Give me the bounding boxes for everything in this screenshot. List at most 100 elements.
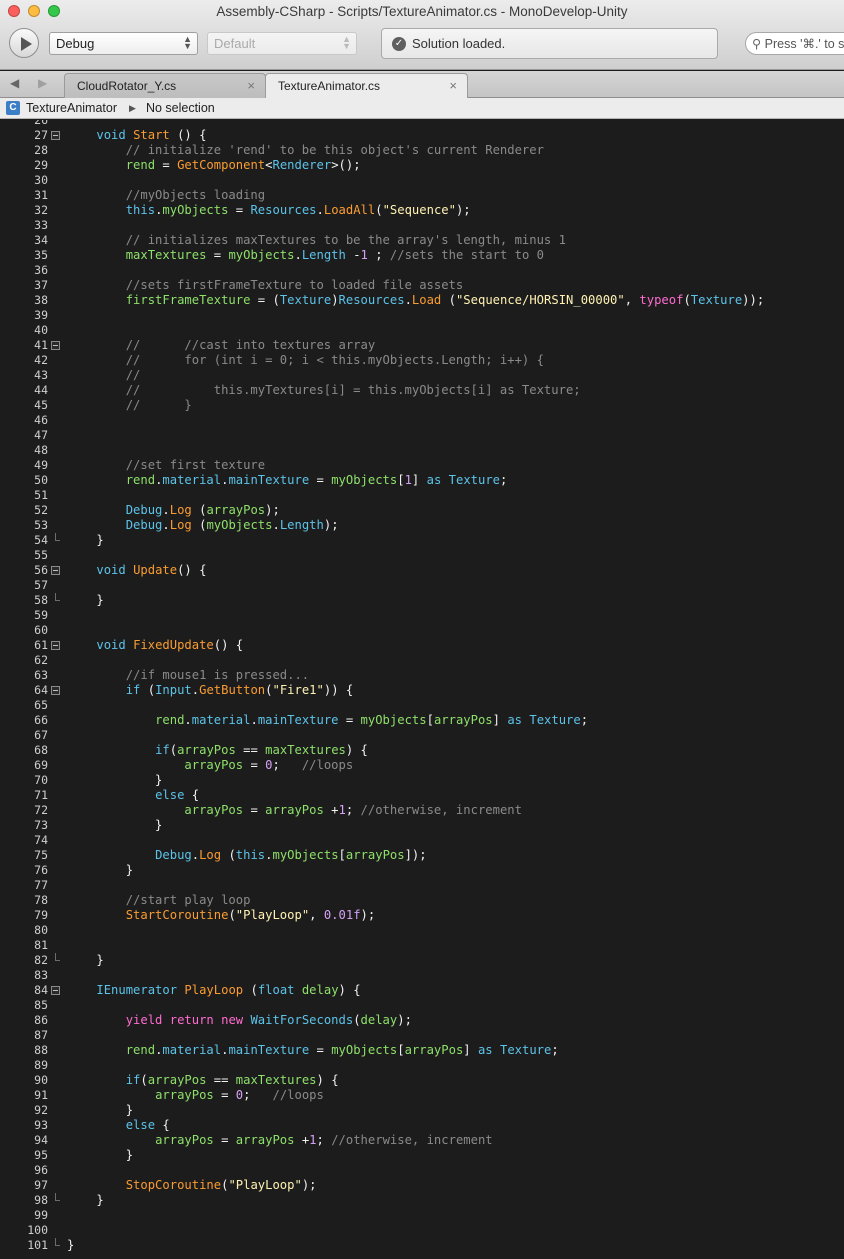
code-line[interactable]: 33 xyxy=(0,218,844,233)
code-line[interactable]: 97 StopCoroutine("PlayLoop"); xyxy=(0,1178,844,1193)
fold-toggle-icon[interactable] xyxy=(51,566,60,575)
code-line[interactable]: 43 // xyxy=(0,368,844,383)
configuration-select-value: Debug xyxy=(56,36,95,51)
code-editor[interactable]: 26 27 void Start () {28 // initialize 're… xyxy=(0,120,844,1259)
code-line[interactable]: 95 } xyxy=(0,1148,844,1163)
code-line[interactable]: 84 IEnumerator PlayLoop (float delay) { xyxy=(0,983,844,998)
code-line[interactable]: 65 xyxy=(0,698,844,713)
code-line[interactable]: 27 void Start () { xyxy=(0,128,844,143)
code-line[interactable]: 71 else { xyxy=(0,788,844,803)
fold-toggle-icon[interactable] xyxy=(51,341,60,350)
code-line[interactable]: 80 xyxy=(0,923,844,938)
code-line[interactable]: 79 StartCoroutine("PlayLoop", 0.01f); xyxy=(0,908,844,923)
code-line[interactable]: 99 xyxy=(0,1208,844,1223)
code-line[interactable]: 81 xyxy=(0,938,844,953)
code-line[interactable]: 53 Debug.Log (myObjects.Length); xyxy=(0,518,844,533)
platform-select[interactable]: Default ▲ ▼ xyxy=(207,32,357,55)
code-line[interactable]: 69 arrayPos = 0; //loops xyxy=(0,758,844,773)
navigate-forward-icon[interactable]: ▶ xyxy=(38,76,47,90)
tab-close-icon[interactable]: × xyxy=(247,78,255,93)
configuration-select[interactable]: Debug ▲ ▼ xyxy=(49,32,198,55)
code-line[interactable]: 89 xyxy=(0,1058,844,1073)
code-line[interactable]: 92 } xyxy=(0,1103,844,1118)
fold-toggle-icon[interactable] xyxy=(51,686,60,695)
code-line[interactable]: 94 arrayPos = arrayPos +1; //otherwise, … xyxy=(0,1133,844,1148)
code-line[interactable]: 44 // this.myTextures[i] = this.myObject… xyxy=(0,383,844,398)
code-line[interactable]: 93 else { xyxy=(0,1118,844,1133)
code-line[interactable]: 26 xyxy=(0,120,844,128)
fold-toggle-icon[interactable] xyxy=(51,641,60,650)
code-line[interactable]: 96 xyxy=(0,1163,844,1178)
breadcrumb-member[interactable]: No selection xyxy=(146,101,215,115)
code-line[interactable]: 78 //start play loop xyxy=(0,893,844,908)
line-number: 38 xyxy=(34,293,48,307)
code-text: } xyxy=(67,593,104,607)
code-line[interactable]: 77 xyxy=(0,878,844,893)
fold-end-marker xyxy=(55,953,60,961)
code-line[interactable]: 62 xyxy=(0,653,844,668)
code-line[interactable]: 32 this.myObjects = Resources.LoadAll("S… xyxy=(0,203,844,218)
code-line[interactable]: 59 xyxy=(0,608,844,623)
code-line[interactable]: 100 xyxy=(0,1223,844,1238)
code-line[interactable]: 98 } xyxy=(0,1193,844,1208)
code-line[interactable]: 56 void Update() { xyxy=(0,563,844,578)
code-line[interactable]: 57 xyxy=(0,578,844,593)
tab-cloudrotator[interactable]: CloudRotator_Y.cs × xyxy=(64,73,266,98)
code-line[interactable]: 74 xyxy=(0,833,844,848)
code-line[interactable]: 35 maxTextures = myObjects.Length -1 ; /… xyxy=(0,248,844,263)
code-line[interactable]: 63 //if mouse1 is pressed... xyxy=(0,668,844,683)
code-line[interactable]: 55 xyxy=(0,548,844,563)
code-line[interactable]: 101} xyxy=(0,1238,844,1253)
code-line[interactable]: 47 xyxy=(0,428,844,443)
code-line[interactable]: 64 if (Input.GetButton("Fire1")) { xyxy=(0,683,844,698)
code-line[interactable]: 46 xyxy=(0,413,844,428)
line-number: 82 xyxy=(34,953,48,967)
code-line[interactable]: 86 yield return new WaitForSeconds(delay… xyxy=(0,1013,844,1028)
code-line[interactable]: 76 } xyxy=(0,863,844,878)
code-line[interactable]: 28 // initialize 'rend' to be this objec… xyxy=(0,143,844,158)
code-line[interactable]: 40 xyxy=(0,323,844,338)
code-line[interactable]: 58 } xyxy=(0,593,844,608)
run-button[interactable] xyxy=(9,28,39,58)
code-line[interactable]: 52 Debug.Log (arrayPos); xyxy=(0,503,844,518)
code-line[interactable]: 49 //set first texture xyxy=(0,458,844,473)
code-line[interactable]: 67 xyxy=(0,728,844,743)
code-line[interactable]: 41 // //cast into textures array xyxy=(0,338,844,353)
fold-toggle-icon[interactable] xyxy=(51,131,60,140)
code-line[interactable]: 45 // } xyxy=(0,398,844,413)
code-line[interactable]: 61 void FixedUpdate() { xyxy=(0,638,844,653)
code-line[interactable]: 39 xyxy=(0,308,844,323)
code-line[interactable]: 90 if(arrayPos == maxTextures) { xyxy=(0,1073,844,1088)
code-line[interactable]: 38 firstFrameTexture = (Texture)Resource… xyxy=(0,293,844,308)
code-line[interactable]: 85 xyxy=(0,998,844,1013)
code-line[interactable]: 37 //sets firstFrameTexture to loaded fi… xyxy=(0,278,844,293)
code-line[interactable]: 51 xyxy=(0,488,844,503)
code-line[interactable]: 87 xyxy=(0,1028,844,1043)
code-line[interactable]: 82 } xyxy=(0,953,844,968)
code-line[interactable]: 68 if(arrayPos == maxTextures) { xyxy=(0,743,844,758)
code-line[interactable]: 72 arrayPos = arrayPos +1; //otherwise, … xyxy=(0,803,844,818)
code-line[interactable]: 60 xyxy=(0,623,844,638)
fold-toggle-icon[interactable] xyxy=(51,986,60,995)
code-line[interactable]: 34 // initializes maxTextures to be the … xyxy=(0,233,844,248)
code-line[interactable]: 88 rend.material.mainTexture = myObjects… xyxy=(0,1043,844,1058)
code-line[interactable]: 50 rend.material.mainTexture = myObjects… xyxy=(0,473,844,488)
code-line[interactable]: 66 rend.material.mainTexture = myObjects… xyxy=(0,713,844,728)
code-line[interactable]: 70 } xyxy=(0,773,844,788)
code-line[interactable]: 83 xyxy=(0,968,844,983)
code-line[interactable]: 75 Debug.Log (this.myObjects[arrayPos]); xyxy=(0,848,844,863)
code-line[interactable]: 48 xyxy=(0,443,844,458)
code-line[interactable]: 31 //myObjects loading xyxy=(0,188,844,203)
tab-close-icon[interactable]: × xyxy=(449,78,457,93)
search-input[interactable]: ⚲ Press '⌘.' to s xyxy=(745,32,844,55)
navigate-back-icon[interactable]: ◀ xyxy=(10,76,19,90)
code-line[interactable]: 30 xyxy=(0,173,844,188)
code-line[interactable]: 42 // for (int i = 0; i < this.myObjects… xyxy=(0,353,844,368)
tab-textureanimator[interactable]: TextureAnimator.cs × xyxy=(265,73,468,98)
code-line[interactable]: 54 } xyxy=(0,533,844,548)
breadcrumb-class[interactable]: TextureAnimator xyxy=(26,101,117,115)
code-line[interactable]: 29 rend = GetComponent<Renderer>(); xyxy=(0,158,844,173)
code-line[interactable]: 36 xyxy=(0,263,844,278)
code-line[interactable]: 91 arrayPos = 0; //loops xyxy=(0,1088,844,1103)
code-line[interactable]: 73 } xyxy=(0,818,844,833)
